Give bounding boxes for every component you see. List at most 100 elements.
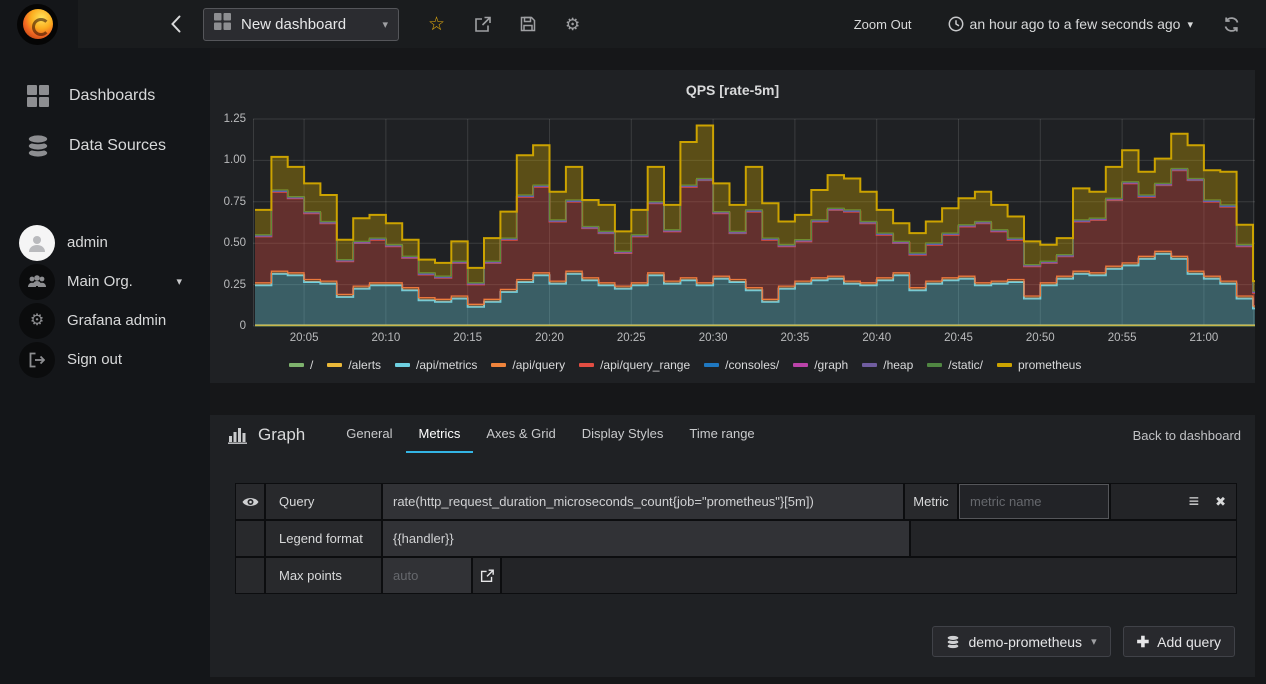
y-axis: 0 0.25 0.50 0.75 1.00 1.25 (210, 112, 248, 332)
dashboard-title: New dashboard (241, 15, 347, 33)
query-remove-icon[interactable]: ✖ (1215, 494, 1226, 510)
settings-gear-icon[interactable]: ⚙ (565, 16, 580, 33)
query-editor-table: Query Metric ≡ ✖ Legend format (235, 483, 1237, 594)
clock-icon (948, 16, 963, 32)
dashboard-grid-icon (214, 13, 231, 35)
grafana-logo[interactable] (0, 0, 78, 48)
query-actions-cell: ≡ ✖ (1111, 484, 1236, 519)
legend-item[interactable]: /api/metrics (395, 358, 477, 372)
x-tick-label: 20:20 (535, 332, 564, 344)
y-tick-label: 0.25 (223, 278, 246, 291)
x-tick-label: 20:15 (453, 332, 483, 344)
datasource-selector-button[interactable]: demo-prometheus ▾ (932, 626, 1111, 657)
query-visibility-toggle[interactable] (236, 484, 264, 519)
chevron-left-icon[interactable] (170, 15, 181, 33)
x-tick-label: 20:30 (698, 332, 728, 344)
metric-label: Metric (905, 484, 957, 519)
sidebar: Dashboards Data Sources admin Main Org. … (0, 48, 210, 684)
y-tick-label: 1.25 (223, 113, 246, 125)
legend-series-label: /heap (883, 358, 914, 372)
x-tick-label: 20:10 (371, 332, 401, 344)
save-button[interactable] (520, 16, 536, 32)
legend-color-swatch (327, 363, 343, 367)
legend-series-label: /static/ (948, 358, 983, 372)
legend-series-label: /api/query_range (600, 358, 691, 372)
legend-item[interactable]: /alerts (327, 358, 381, 372)
legend-item[interactable]: /api/query_range (579, 358, 690, 372)
legend-item[interactable]: /static/ (927, 358, 983, 372)
zoom-out-button[interactable]: Zoom Out (854, 17, 912, 32)
legend-item[interactable]: prometheus (996, 358, 1081, 372)
y-tick-label: 0.50 (223, 237, 246, 250)
max-points-label: Max points (266, 558, 381, 593)
sidebar-item-main-org[interactable]: Main Org. ▾ (0, 262, 210, 301)
x-tick-label: 20:40 (862, 332, 892, 344)
legend-color-swatch (862, 363, 878, 367)
legend-series-label: /consoles/ (725, 358, 780, 372)
time-range-picker[interactable]: an hour ago to a few seconds ago ▾ (948, 16, 1193, 32)
org-users-icon (19, 263, 55, 300)
time-range-label: an hour ago to a few seconds ago (969, 16, 1181, 32)
legend-color-swatch (395, 363, 411, 367)
back-to-dashboard-link[interactable]: Back to dashboard (1133, 428, 1241, 453)
legend-format-label: Legend format (266, 521, 381, 556)
x-tick-label: 20:55 (1107, 332, 1137, 344)
sidebar-item-sign-out[interactable]: Sign out (0, 340, 210, 379)
legend-item[interactable]: /consoles/ (704, 358, 779, 372)
bar-chart-icon (228, 428, 247, 444)
legend-item[interactable]: /heap (862, 358, 913, 372)
query-menu-icon[interactable]: ≡ (1189, 491, 1200, 512)
max-points-input[interactable] (383, 558, 471, 593)
metric-name-input[interactable] (960, 485, 1108, 518)
legend-color-swatch (793, 363, 809, 367)
panel-title[interactable]: QPS [rate-5m] (210, 70, 1255, 98)
legend-series-label: / (310, 358, 314, 372)
refresh-button[interactable] (1223, 16, 1240, 33)
tab-display-styles[interactable]: Display Styles (569, 426, 677, 453)
legend-format-input[interactable] (383, 521, 909, 556)
sidebar-item-admin[interactable]: admin (0, 223, 210, 262)
x-tick-label: 20:45 (944, 332, 973, 344)
chevron-down-icon: ▾ (1187, 18, 1193, 31)
legend-series-label: /api/metrics (416, 358, 478, 372)
admin-gear-icon: ⚙ (19, 302, 55, 339)
sidebar-item-dashboards[interactable]: Dashboards (0, 71, 210, 121)
y-tick-label: 0.75 (223, 195, 246, 208)
qps-chart-plot[interactable] (253, 112, 1255, 328)
share-button[interactable] (474, 16, 491, 33)
sidebar-item-grafana-admin[interactable]: ⚙ Grafana admin (0, 301, 210, 340)
x-tick-label: 20:35 (780, 332, 810, 344)
query-input[interactable] (383, 484, 903, 519)
query-row: Query Metric ≡ ✖ (236, 484, 1236, 519)
legend-item[interactable]: / (289, 358, 313, 372)
eye-icon (242, 497, 258, 506)
legend-series-label: /graph (814, 358, 849, 372)
query-label: Query (266, 484, 381, 519)
max-points-input-cell (383, 558, 471, 593)
tab-general[interactable]: General (333, 426, 405, 453)
x-tick-label: 20:25 (616, 332, 646, 344)
max-points-row: Max points (236, 558, 1236, 593)
add-query-button[interactable]: ✚ Add query (1122, 626, 1235, 657)
editor-header: Graph General Metrics Axes & Grid Displa… (210, 415, 1255, 453)
x-tick-label: 20:05 (289, 332, 319, 344)
top-nav: New dashboard ▾ ☆ ⚙ Zoom Out an hour ago… (0, 0, 1266, 48)
sidebar-item-data-sources[interactable]: Data Sources (0, 121, 210, 171)
legend-color-swatch (996, 363, 1012, 367)
grafana-flame-icon (22, 9, 53, 39)
legend-format-input-cell (383, 521, 909, 556)
editor-panel-type: Graph (258, 425, 306, 444)
legend-item[interactable]: /api/query (491, 358, 565, 372)
legend-color-swatch (927, 363, 943, 367)
star-button[interactable]: ☆ (428, 15, 445, 34)
legend-color-swatch (579, 363, 595, 367)
tab-metrics[interactable]: Metrics (405, 426, 474, 453)
dashboard-title-button[interactable]: New dashboard ▾ (203, 7, 399, 41)
tab-axes-grid[interactable]: Axes & Grid (473, 426, 568, 453)
max-points-link-button[interactable] (473, 558, 500, 593)
tab-time-range[interactable]: Time range (676, 426, 767, 453)
chevron-down-icon: ▾ (176, 276, 182, 288)
legend-color-swatch (704, 363, 720, 367)
legend-item[interactable]: /graph (793, 358, 848, 372)
datasource-name: demo-prometheus (968, 633, 1083, 650)
